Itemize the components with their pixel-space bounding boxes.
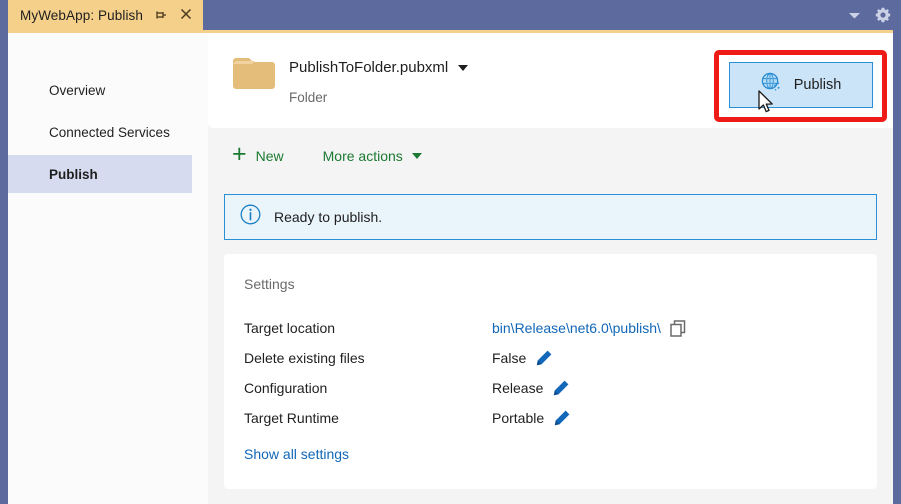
visual-studio-window: MyWebApp: Publish Overview Connected Ser… xyxy=(0,0,901,504)
settings-label: Target Runtime xyxy=(244,410,339,426)
publish-button-label: Publish xyxy=(793,77,842,93)
edit-pencil-icon[interactable] xyxy=(552,379,570,397)
settings-card: Settings Target location bin\Release\net… xyxy=(224,254,877,489)
settings-value-wrap: False xyxy=(492,349,553,367)
sidebar-item-overview[interactable]: Overview xyxy=(8,71,208,109)
settings-value-wrap: Portable xyxy=(492,409,571,427)
gear-icon[interactable] xyxy=(875,7,891,23)
new-profile-button[interactable]: + New xyxy=(232,139,284,169)
publish-profile-type: Folder xyxy=(289,90,328,105)
status-banner: Ready to publish. xyxy=(224,194,877,240)
copy-icon[interactable] xyxy=(670,319,687,337)
edit-pencil-icon[interactable] xyxy=(535,349,553,367)
delete-existing-files-value: False xyxy=(492,350,527,366)
sidebar-item-label: Overview xyxy=(49,82,106,98)
document-tab-publish[interactable]: MyWebApp: Publish xyxy=(8,0,204,30)
publish-content-area: PublishToFolder.pubxml Folder Publish + … xyxy=(208,33,893,504)
publish-profile-header: PublishToFolder.pubxml Folder Publish xyxy=(208,33,893,128)
target-location-value[interactable]: bin\Release\net6.0\publish\ xyxy=(492,320,661,336)
settings-row-target-location: Target location bin\Release\net6.0\publi… xyxy=(244,313,877,343)
document-tab-bar: MyWebApp: Publish xyxy=(0,0,901,30)
close-icon[interactable] xyxy=(179,8,193,22)
settings-value-wrap: Release xyxy=(492,379,570,397)
settings-label: Delete existing files xyxy=(244,350,365,366)
chevron-down-icon[interactable] xyxy=(848,11,861,20)
sidebar-nav: Overview Connected Services Publish xyxy=(8,33,208,504)
edit-pencil-icon[interactable] xyxy=(553,409,571,427)
publish-page: Overview Connected Services Publish Publ… xyxy=(8,33,893,504)
folder-icon xyxy=(232,55,276,91)
status-message: Ready to publish. xyxy=(274,209,383,225)
chevron-down-icon[interactable] xyxy=(458,64,469,71)
publish-button[interactable]: Publish xyxy=(729,62,873,108)
publish-profile-name: PublishToFolder.pubxml xyxy=(289,59,449,76)
settings-row-target-runtime: Target Runtime Portable xyxy=(244,403,877,433)
settings-value-wrap: bin\Release\net6.0\publish\ xyxy=(492,319,687,337)
document-tab-label: MyWebApp: Publish xyxy=(20,7,144,23)
settings-label: Target location xyxy=(244,320,336,336)
plus-icon: + xyxy=(232,139,247,168)
publish-globe-icon xyxy=(761,72,783,99)
pin-icon[interactable] xyxy=(154,9,168,22)
sidebar-item-publish[interactable]: Publish xyxy=(8,155,192,193)
tab-bar-tools xyxy=(848,0,891,30)
publish-profile-name-row: PublishToFolder.pubxml xyxy=(289,59,469,76)
publish-action-toolbar: + New More actions xyxy=(208,128,893,184)
more-actions-label: More actions xyxy=(322,148,403,164)
more-actions-button[interactable]: More actions xyxy=(323,148,422,164)
target-runtime-value: Portable xyxy=(492,410,545,426)
show-all-settings-link[interactable]: Show all settings xyxy=(244,446,349,462)
new-profile-label: New xyxy=(255,148,284,164)
chevron-down-icon xyxy=(411,153,422,159)
settings-label: Configuration xyxy=(244,380,328,396)
settings-row-delete-existing-files: Delete existing files False xyxy=(244,343,877,373)
settings-rows: Target location bin\Release\net6.0\publi… xyxy=(244,313,877,433)
info-icon xyxy=(240,204,261,230)
sidebar-item-label: Publish xyxy=(49,166,98,182)
sidebar-item-label: Connected Services xyxy=(49,124,170,140)
configuration-value: Release xyxy=(492,380,544,396)
sidebar-item-connected-services[interactable]: Connected Services xyxy=(8,113,208,151)
settings-title: Settings xyxy=(244,276,295,292)
settings-row-configuration: Configuration Release xyxy=(244,373,877,403)
